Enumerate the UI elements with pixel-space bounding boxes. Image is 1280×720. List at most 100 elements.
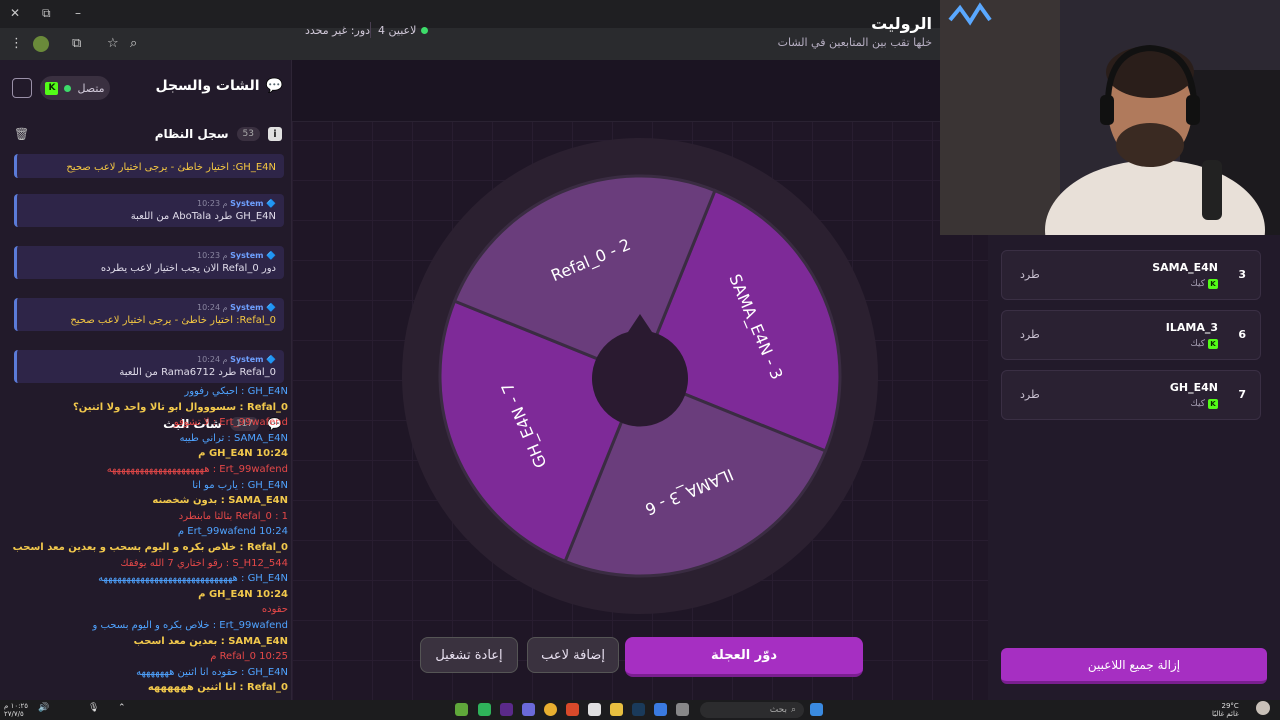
kick-player-button[interactable]: طرد bbox=[1020, 268, 1040, 281]
extensions-icon[interactable]: ⧉ bbox=[72, 36, 81, 51]
player-card: كيك K 7 GH_E4N طرد bbox=[1001, 370, 1261, 420]
minimize-icon[interactable]: – bbox=[75, 6, 81, 20]
chat-message-text: Ert_99wafend : خلاص بكره و اليوم بسحب و bbox=[92, 620, 288, 631]
collapse-panel-icon[interactable] bbox=[12, 78, 32, 98]
taskbar-search[interactable]: بحث ⌕ bbox=[700, 702, 804, 718]
system-log-meta: 10:23 م System 🔷 bbox=[197, 251, 276, 260]
platform-label: كيك bbox=[1190, 399, 1205, 409]
app-icon[interactable] bbox=[455, 703, 468, 716]
start-icon[interactable] bbox=[810, 703, 823, 716]
store-icon[interactable] bbox=[588, 703, 601, 716]
chat-message-text: GH_E4N : حقوده انا اثنين هههههههه bbox=[136, 666, 288, 678]
message-sender: System bbox=[230, 199, 264, 208]
chat-message-text: Refal_0 : انا اثنين ههههههه bbox=[147, 682, 288, 694]
chat-message-text: SAMA_E4N : بدون شخصنه bbox=[152, 495, 288, 507]
status-dot-icon bbox=[64, 84, 72, 92]
folder-icon[interactable] bbox=[610, 703, 623, 716]
add-player-button[interactable]: إضافة لاعب bbox=[527, 637, 619, 673]
remove-all-players-button[interactable]: إزالة جميع اللاعبين bbox=[1001, 648, 1267, 684]
chat-panel-header: الشات والسجل 💬 bbox=[155, 78, 283, 94]
chat-message-text: GH_E4N 10:24 م bbox=[198, 448, 288, 460]
chat-panel-title: الشات والسجل bbox=[155, 78, 260, 94]
menu-dots-icon[interactable]: ⋮ bbox=[10, 36, 23, 51]
chat-message-text: Ert_99wafend : هههههههههههههههههههههه bbox=[106, 464, 288, 475]
message-text: GH_E4N: اختيار خاطئ - يرجى اختيار لاعب ص… bbox=[66, 162, 276, 173]
xbox-icon[interactable] bbox=[478, 703, 491, 716]
restart-button[interactable]: إعادة تشغيل bbox=[420, 637, 518, 673]
kick-player-button[interactable]: طرد bbox=[1020, 328, 1040, 341]
player-card: كيك K 6 ILAMA_3 طرد bbox=[1001, 310, 1261, 360]
chat-message-text: Refal_0 : 1 بثالثا مابنطرد bbox=[178, 510, 288, 522]
message-time: 10:24 م bbox=[197, 303, 228, 312]
app-icon[interactable] bbox=[654, 703, 667, 716]
chat-message: Refal_0 : انا اثنين ههههههه bbox=[4, 682, 288, 698]
system-log-item: 10:24 م System 🔷 Refal_0 طرد Rama6712 من … bbox=[14, 350, 284, 383]
title-bar bbox=[0, 0, 940, 28]
chrome-icon[interactable] bbox=[544, 703, 557, 716]
system-log-title: سجل النظام bbox=[154, 127, 229, 141]
clock-time: ١٠:٢٥ م bbox=[4, 702, 28, 710]
weather-widget[interactable]: 29°C غائم غالبًا bbox=[1212, 702, 1239, 718]
stream-chat-list: GH_E4N : احبكي رفوور Refal_0 : سسوووال اب… bbox=[0, 380, 292, 698]
chat-message-text: Refal_0 : خلاص بكره و اليوم بسحب و بعدين… bbox=[12, 542, 288, 553]
app-icon[interactable] bbox=[566, 703, 579, 716]
turn-label: دور: غير محدد bbox=[305, 24, 371, 37]
message-text: دور Refal_0 الان يجب اختيار لاعب يطرده bbox=[100, 263, 276, 274]
discord-icon[interactable] bbox=[522, 703, 535, 716]
trash-icon[interactable]: 🗑 bbox=[14, 127, 29, 141]
profile-avatar[interactable] bbox=[33, 36, 49, 52]
message-text: Refal_0: اختيار خاطئ - يرجى اختيار لاعب … bbox=[70, 315, 276, 326]
spin-wheel-button[interactable]: دوّر العجلة bbox=[625, 637, 863, 677]
bookmark-star-icon[interactable]: ☆ bbox=[107, 36, 119, 51]
header-divider bbox=[370, 22, 371, 38]
players-count-text: 4 لاعبين bbox=[378, 24, 417, 37]
message-time: 10:23 م bbox=[197, 251, 228, 260]
platform-label: كيك bbox=[1190, 279, 1205, 289]
kick-logo-icon: K bbox=[1208, 279, 1218, 289]
webcam-overlay bbox=[940, 0, 1280, 235]
restore-icon[interactable]: ⧉ bbox=[42, 6, 51, 21]
chat-message-text: Refal_0 10:25 م bbox=[210, 651, 288, 663]
system-log-item: 10:23 م System 🔷 GH_E4N طرد AboTala من ال… bbox=[14, 194, 284, 227]
page-subtitle: خلها تقب بين المتابعين في الشات bbox=[777, 36, 932, 49]
chat-message-text: Ert_99wafend : لا تشوفو bbox=[173, 417, 288, 429]
system-log-item: 10:24 م System 🔷 Refal_0: اختيار خاطئ - ي… bbox=[14, 298, 284, 331]
kick-player-button[interactable]: طرد bbox=[1020, 388, 1040, 401]
message-sender: System bbox=[230, 251, 264, 260]
search-icon: ⌕ bbox=[790, 705, 796, 715]
chat-message-text: حقوده bbox=[261, 604, 288, 616]
player-platform: كيكK bbox=[1190, 399, 1218, 409]
chat-message-text: SAMA_E4N : تراني طيبه bbox=[179, 432, 288, 444]
chevron-up-icon[interactable]: ⌃ bbox=[118, 703, 126, 713]
user-avatar[interactable] bbox=[1256, 701, 1270, 715]
system-log-header: سجل النظام 53 i bbox=[0, 120, 292, 148]
steam-icon[interactable] bbox=[632, 703, 645, 716]
weather-temp: 29°C bbox=[1221, 702, 1239, 710]
chat-message-text: S_H12_544 : رقو اختاري 7 الله يوفقك bbox=[120, 557, 288, 569]
system-log-meta: 10:24 م System 🔷 bbox=[197, 355, 276, 364]
platform-label: كيك bbox=[1190, 339, 1205, 349]
microphone-icon[interactable]: 🎙 bbox=[88, 703, 99, 713]
chat-message-text: Refal_0 : سسوووال ابو تالا واحد ولا اثني… bbox=[73, 401, 288, 413]
player-name: ILAMA_3 bbox=[1165, 321, 1218, 334]
kick-logo-icon: K bbox=[1208, 399, 1218, 409]
system-log-count: 53 bbox=[236, 127, 260, 141]
online-dot-icon bbox=[421, 27, 429, 34]
close-icon[interactable]: ✕ bbox=[10, 6, 20, 20]
system-log-list: GH_E4N: اختيار خاطئ - يرجى اختيار لاعب ص… bbox=[0, 154, 292, 388]
search-placeholder: بحث bbox=[769, 705, 787, 715]
system-log-meta: 10:23 م System 🔷 bbox=[197, 199, 276, 208]
message-sender: System bbox=[230, 355, 264, 364]
roulette-wheel[interactable]: SAMA_E4N - 3 ILAMA_3 - 6 GH_E4N - 7 Refal_0… bbox=[400, 136, 880, 616]
zoom-icon[interactable]: ⌕ bbox=[130, 36, 137, 51]
player-card: كيك K 3 SAMA_E4N طرد bbox=[1001, 250, 1261, 300]
chat-message-text: GH_E4N : هههههههههههههههههههههههههههههه bbox=[98, 573, 288, 585]
message-time: 10:23 م bbox=[197, 199, 228, 208]
player-platform: كيكK bbox=[1190, 279, 1218, 289]
app-icon[interactable] bbox=[500, 703, 513, 716]
chat-message-text: Ert_99wafend 10:24 م bbox=[177, 526, 288, 538]
clock-date: ٢٧/٧/٥ bbox=[4, 710, 24, 718]
volume-icon[interactable]: 🔊 bbox=[38, 703, 49, 713]
app-icon[interactable] bbox=[676, 703, 689, 716]
chat-message-text: GH_E4N : احبكي رفوور bbox=[184, 386, 288, 397]
